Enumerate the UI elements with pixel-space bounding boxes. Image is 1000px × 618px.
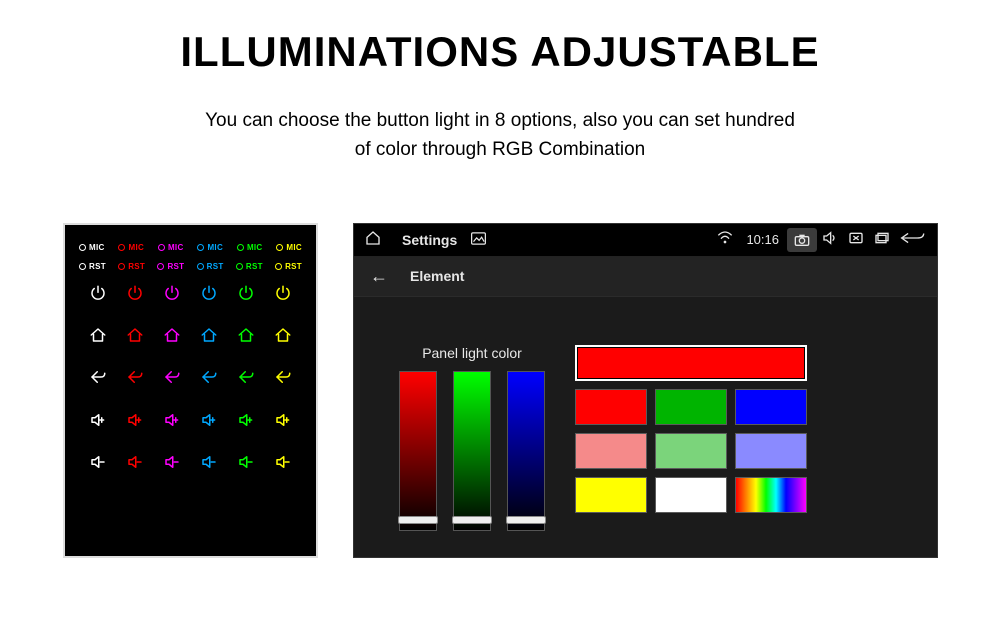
page-title: ILLUMINATIONS ADJUSTABLE: [0, 28, 1000, 76]
color-swatch[interactable]: [735, 389, 807, 425]
rst-text: RST: [246, 262, 263, 271]
mic-label: MIC: [158, 243, 184, 252]
color-swatch[interactable]: [575, 477, 647, 513]
vol-down-icon: [200, 453, 218, 476]
vol-up-icon: [163, 411, 181, 434]
rst-label: RST: [157, 262, 184, 271]
rst-label: RST: [118, 262, 145, 271]
back-arrow-icon[interactable]: ←: [370, 266, 388, 287]
subtitle-line-2: of color through RGB Combination: [355, 139, 645, 160]
color-swatch[interactable]: [575, 389, 647, 425]
vol-down-icon: [126, 453, 144, 476]
back-icon: [237, 368, 255, 391]
section-title: Element: [410, 268, 464, 284]
vol-up-icon: [126, 411, 144, 434]
mic-text: MIC: [128, 243, 144, 252]
rst-text: RST: [89, 262, 106, 271]
power-icon: [126, 284, 144, 307]
mic-label: MIC: [79, 243, 105, 252]
vol-up-icon: [274, 411, 292, 434]
back-icon: [126, 368, 144, 391]
color-swatch[interactable]: [655, 389, 727, 425]
camera-icon[interactable]: [787, 228, 817, 252]
slider-thumb[interactable]: [452, 516, 492, 524]
wallpaper-icon[interactable]: [471, 232, 486, 248]
mic-label: MIC: [276, 243, 302, 252]
button-light-panel: MIC MIC MIC MIC MIC MIC RST RST RST RST RST RST: [63, 223, 318, 558]
color-swatch-grid: [575, 345, 807, 531]
vol-down-icon: [274, 453, 292, 476]
recent-apps-icon[interactable]: [869, 231, 895, 248]
home-icon: [237, 326, 255, 349]
vol-up-icon: [200, 411, 218, 434]
vol-down-icon: [163, 453, 181, 476]
color-swatch[interactable]: [575, 345, 807, 381]
slider-green[interactable]: [453, 371, 491, 531]
back-icon: [89, 368, 107, 391]
vol-down-icon: [89, 453, 107, 476]
wifi-icon[interactable]: [712, 231, 738, 248]
mic-text: MIC: [286, 243, 302, 252]
vol-up-icon: [89, 411, 107, 434]
power-icon: [89, 284, 107, 307]
power-icon: [237, 284, 255, 307]
power-icon: [200, 284, 218, 307]
home-icon: [274, 326, 292, 349]
color-swatch[interactable]: [655, 433, 727, 469]
slider-thumb[interactable]: [506, 516, 546, 524]
mic-text: MIC: [168, 243, 184, 252]
slider-red[interactable]: [399, 371, 437, 531]
vol-up-icon: [237, 411, 255, 434]
settings-subbar: ← Element: [354, 257, 937, 297]
clock-text: 10:16: [746, 232, 779, 247]
back-icon: [163, 368, 181, 391]
home-icon: [163, 326, 181, 349]
power-icon: [163, 284, 181, 307]
rst-label: RST: [197, 262, 224, 271]
rst-text: RST: [207, 262, 224, 271]
rst-label: RST: [79, 262, 106, 271]
rst-text: RST: [128, 262, 145, 271]
mic-text: MIC: [89, 243, 105, 252]
rst-label: RST: [236, 262, 263, 271]
close-app-icon[interactable]: [843, 231, 869, 248]
mic-label: MIC: [197, 243, 223, 252]
mic-label: MIC: [118, 243, 144, 252]
settings-screen: Settings 10:16: [353, 223, 938, 558]
rst-label: RST: [275, 262, 302, 271]
color-swatch[interactable]: [655, 477, 727, 513]
color-swatch[interactable]: [735, 477, 807, 513]
color-swatch[interactable]: [575, 433, 647, 469]
home-icon: [126, 326, 144, 349]
back-icon: [200, 368, 218, 391]
status-bar: Settings 10:16: [354, 224, 937, 257]
home-icon: [89, 326, 107, 349]
subtitle-line-1: You can choose the button light in 8 opt…: [205, 110, 795, 131]
back-system-icon[interactable]: [895, 231, 929, 248]
slider-thumb[interactable]: [398, 516, 438, 524]
color-swatch[interactable]: [735, 433, 807, 469]
mic-text: MIC: [207, 243, 223, 252]
page-subtitle: You can choose the button light in 8 opt…: [0, 106, 1000, 165]
mic-label: MIC: [237, 243, 263, 252]
rst-text: RST: [285, 262, 302, 271]
volume-icon[interactable]: [817, 231, 843, 248]
mic-text: MIC: [247, 243, 263, 252]
back-icon: [274, 368, 292, 391]
vol-down-icon: [237, 453, 255, 476]
rst-text: RST: [167, 262, 184, 271]
power-icon: [274, 284, 292, 307]
home-icon[interactable]: [362, 230, 384, 249]
rgb-sliders: Panel light color: [399, 345, 545, 531]
statusbar-title: Settings: [402, 232, 457, 248]
slider-blue[interactable]: [507, 371, 545, 531]
home-icon: [200, 326, 218, 349]
sliders-label: Panel light color: [422, 345, 522, 361]
